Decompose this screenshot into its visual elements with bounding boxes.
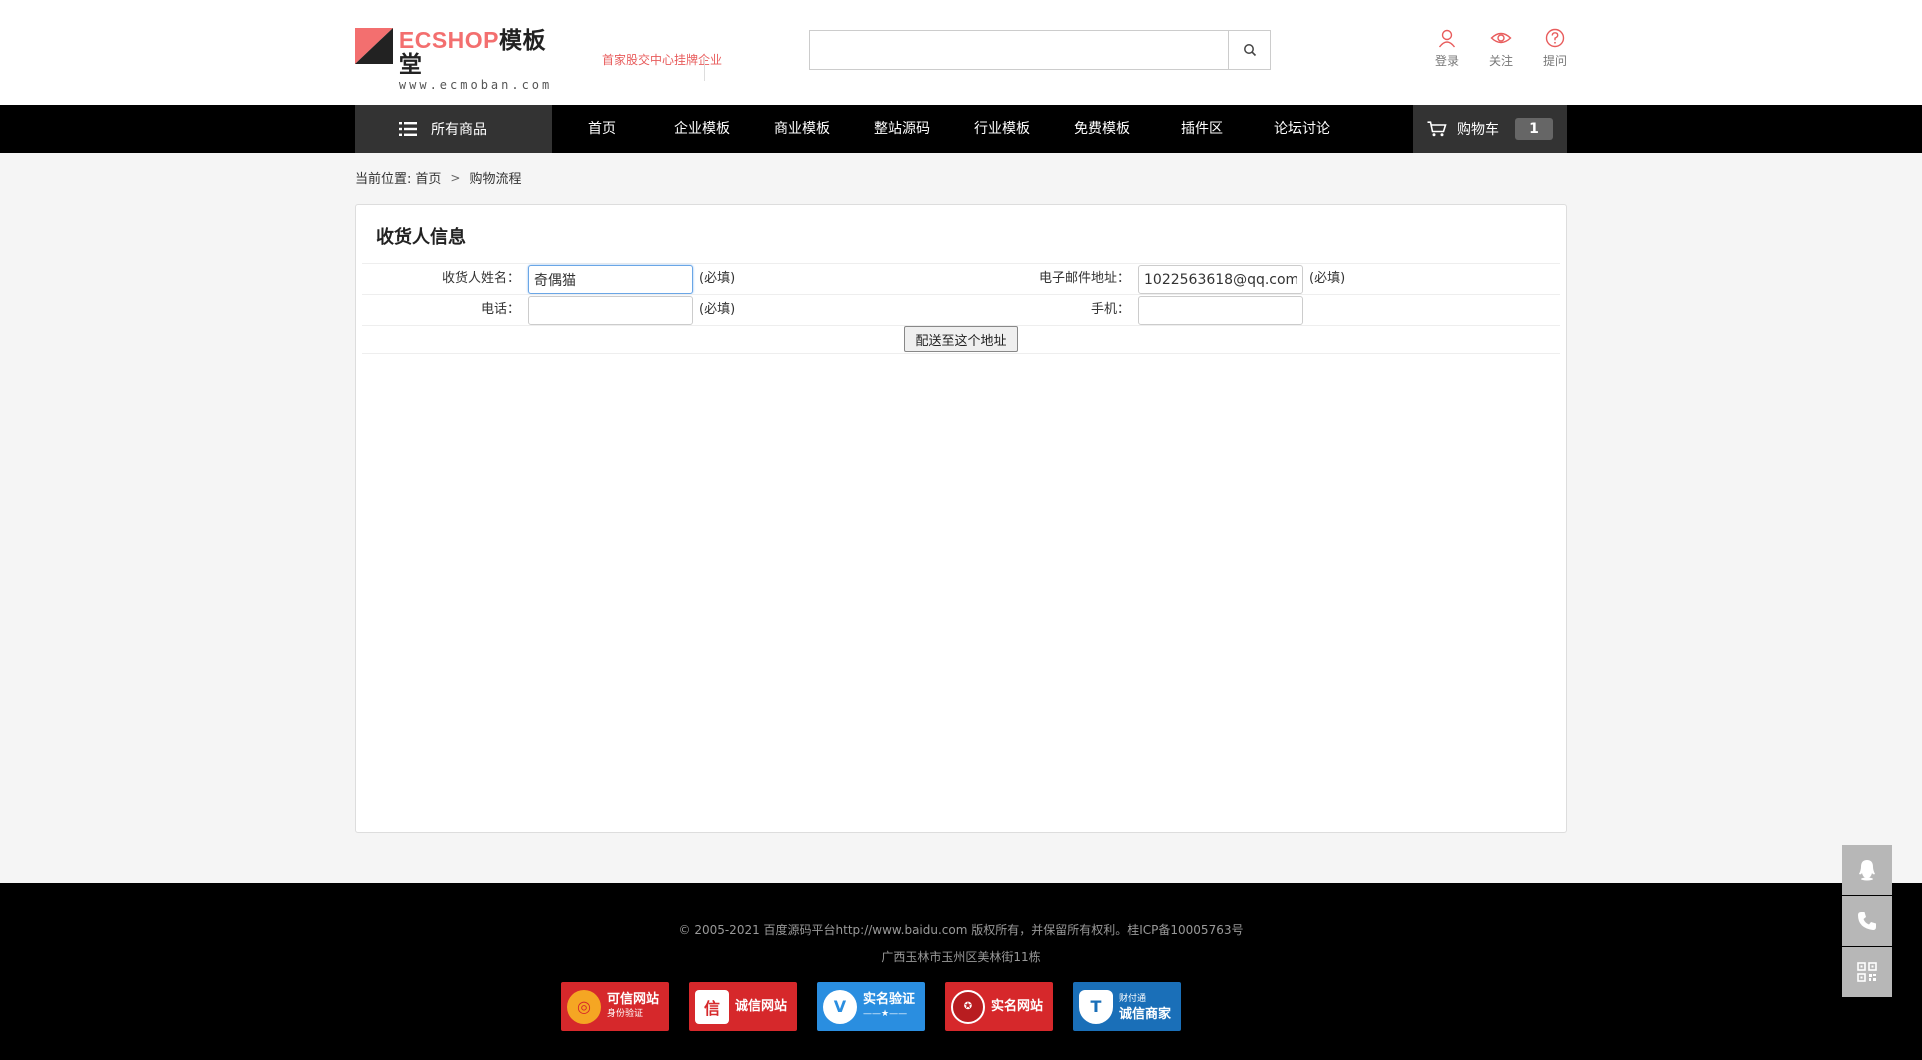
follow-link[interactable]: 关注 — [1474, 28, 1528, 69]
all-products-button[interactable]: 所有商品 — [355, 105, 552, 153]
login-label: 登录 — [1434, 54, 1459, 68]
search-input[interactable] — [810, 31, 1228, 69]
qq-button[interactable] — [1842, 845, 1892, 895]
verify-v-icon: V — [823, 989, 857, 1024]
badge-integrity-title: 诚信网站 — [735, 999, 788, 1014]
header-links: 登录 关注 提问 — [1420, 28, 1582, 69]
nav-item-home[interactable]: 首页 — [552, 105, 652, 153]
email-required-note: (必填) — [1309, 271, 1346, 286]
footer-badges: ◎ 可信网站 身份验证 信 诚信网站 V 实名验证 ——★—— ✪ 实名网站 T 财… — [561, 982, 1201, 1031]
badge-trusted-sub: 身份验证 — [607, 1008, 644, 1019]
list-icon — [399, 122, 417, 136]
mobile-input[interactable] — [1138, 296, 1303, 325]
consignee-title: 收货人信息 — [376, 227, 466, 248]
footer-address: 广西玉林市玉州区美林街11栋 — [881, 950, 1041, 964]
name-label: 收货人姓名： — [441, 271, 520, 286]
badge-tenpay-title: 诚信商家 — [1119, 1006, 1172, 1022]
phone-input[interactable] — [528, 296, 693, 325]
qq-icon — [1859, 860, 1875, 881]
nav-item-plugins[interactable]: 插件区 — [1152, 105, 1252, 153]
ask-label: 提问 — [1542, 54, 1567, 68]
nav-item-source[interactable]: 整站源码 — [852, 105, 952, 153]
form-row-name-email: 收货人姓名： (必填) 电子邮件地址： (必填) — [362, 264, 1560, 294]
email-label: 电子邮件地址： — [1038, 271, 1130, 286]
eye-icon — [1490, 32, 1512, 44]
ship-to-address-button[interactable]: 配送至这个地址 — [904, 326, 1018, 352]
badge-realname-sub: ——★—— — [863, 1008, 908, 1019]
badge-realname-verify[interactable]: V 实名验证 ——★—— — [817, 982, 925, 1031]
alliance-seal-icon: ✪ — [951, 989, 985, 1024]
phone-label: 电话： — [480, 302, 520, 317]
question-icon — [1545, 28, 1565, 48]
form-row-phone-mobile: 电话： (必填) 手机： — [362, 295, 1560, 325]
breadcrumb-prefix: 当前位置: — [355, 172, 412, 187]
name-required-note: (必填) — [699, 271, 736, 286]
badge-tenpay-sub: 财付通 — [1119, 993, 1147, 1004]
cart-count-badge: 1 — [1515, 118, 1553, 140]
badge-tenpay-merchant[interactable]: T 财付通诚信商家 — [1073, 982, 1181, 1031]
nav-item-industry[interactable]: 行业模板 — [952, 105, 1052, 153]
nav-item-business[interactable]: 商业模板 — [752, 105, 852, 153]
trusted-site-icon: ◎ — [567, 989, 601, 1024]
footer: © 2005-2021 百度源码平台http://www.baidu.com 版… — [0, 883, 1922, 1060]
header-banner[interactable]: 首家股交中心挂牌企业 — [592, 17, 744, 85]
badge-realname-site[interactable]: ✪ 实名网站 — [945, 982, 1053, 1031]
consignee-panel: 收货人信息 收货人姓名： (必填) 电子邮件地址： (必填) 电话： (必填) … — [355, 204, 1567, 833]
mobile-label: 手机： — [1090, 302, 1130, 317]
nav-item-forum[interactable]: 论坛讨论 — [1252, 105, 1352, 153]
search-button[interactable] — [1228, 31, 1270, 69]
breadcrumb-current: 购物流程 — [469, 172, 522, 187]
badge-realname-site-title: 实名网站 — [991, 999, 1044, 1014]
badge-integrity-site[interactable]: 信 诚信网站 — [689, 982, 797, 1031]
panel-divider — [362, 353, 1560, 354]
consignee-name-input[interactable] — [528, 265, 693, 294]
badge-trusted-site[interactable]: ◎ 可信网站 身份验证 — [561, 982, 669, 1031]
badge-trusted-title: 可信网站 — [607, 991, 660, 1007]
qrcode-button[interactable] — [1842, 947, 1892, 997]
qrcode-icon — [1857, 962, 1877, 982]
cart-icon — [1427, 121, 1447, 137]
logo-mark-icon — [355, 28, 393, 64]
follow-label: 关注 — [1488, 54, 1513, 68]
breadcrumb: 当前位置: 首页 > 购物流程 — [355, 168, 522, 188]
email-input[interactable] — [1138, 265, 1303, 294]
breadcrumb-home[interactable]: 首页 — [415, 168, 441, 187]
main-nav: 所有商品 首页 企业模板 商业模板 整站源码 行业模板 免费模板 插件区 论坛讨… — [0, 105, 1922, 153]
shield-t-icon: T — [1079, 989, 1113, 1024]
user-icon — [1438, 29, 1456, 48]
ask-link[interactable]: 提问 — [1528, 28, 1582, 69]
nav-item-enterprise[interactable]: 企业模板 — [652, 105, 752, 153]
logo-brand-en: ECSHOP — [398, 27, 500, 53]
nav-items: 首页 企业模板 商业模板 整站源码 行业模板 免费模板 插件区 论坛讨论 — [552, 105, 1352, 153]
phone-icon — [1858, 912, 1876, 930]
logo-url: www.ecmoban.com — [398, 78, 553, 92]
search-box — [809, 30, 1271, 70]
banner-divider — [704, 57, 705, 81]
search-icon — [1243, 44, 1256, 57]
cart-button[interactable]: 购物车 1 — [1413, 105, 1567, 153]
phone-required-note: (必填) — [699, 302, 736, 317]
header: ECSHOP模板堂 www.ecmoban.com 首家股交中心挂牌企业 登录 … — [0, 0, 1922, 105]
footer-copyright: © 2005-2021 百度源码平台http://www.baidu.com 版… — [678, 923, 1244, 937]
floating-toolbar — [1842, 845, 1892, 998]
badge-realname-title: 实名验证 — [863, 991, 916, 1007]
cart-label: 购物车 — [1457, 122, 1499, 138]
phone-button[interactable] — [1842, 896, 1892, 946]
integrity-site-icon: 信 — [695, 989, 729, 1024]
nav-item-free[interactable]: 免费模板 — [1052, 105, 1152, 153]
login-link[interactable]: 登录 — [1420, 28, 1474, 69]
breadcrumb-chevron-icon: > — [450, 170, 461, 185]
site-logo[interactable]: ECSHOP模板堂 www.ecmoban.com — [355, 27, 569, 92]
all-products-label: 所有商品 — [431, 122, 487, 138]
